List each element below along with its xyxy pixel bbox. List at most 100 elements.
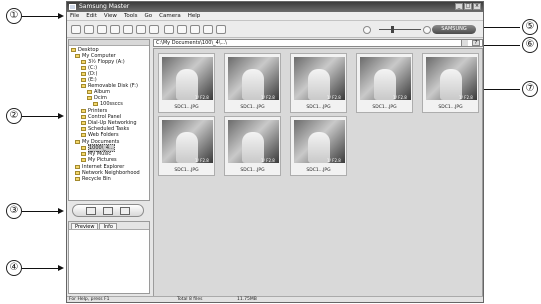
slideshow-icon[interactable] bbox=[190, 25, 200, 34]
callout-5-arrow bbox=[478, 24, 520, 30]
menu-tools[interactable]: Tools bbox=[124, 12, 138, 20]
folder-icon bbox=[87, 89, 92, 94]
menu-camera[interactable]: Camera bbox=[159, 12, 181, 20]
folder-icon bbox=[75, 139, 80, 144]
folder-icon bbox=[93, 101, 98, 106]
thumbnail[interactable]: 1/ F2.8 SDC1...JPG bbox=[290, 116, 347, 176]
photo-image: 1/ F2.8 bbox=[228, 57, 279, 100]
thumbnail[interactable]: 1/ F2.8 SDC1...JPG bbox=[158, 53, 215, 113]
browser-icon bbox=[75, 164, 80, 169]
callout-2-arrow bbox=[22, 113, 64, 119]
movie-mode-icon[interactable] bbox=[120, 207, 130, 215]
tree-item[interactable]: My Pictures bbox=[81, 157, 117, 163]
help-button[interactable]: ? bbox=[472, 40, 480, 46]
email-icon[interactable] bbox=[177, 25, 187, 34]
recycle-bin-icon bbox=[75, 176, 80, 181]
title-bar: Samsung Master _ □ × bbox=[67, 2, 483, 12]
drive-icon bbox=[81, 71, 86, 76]
tree-item[interactable]: Recycle Bin bbox=[75, 176, 111, 182]
removable-disk-icon bbox=[81, 83, 86, 88]
path-input[interactable]: C:\My Documents\100\_4\...\ ? bbox=[153, 39, 483, 47]
callout-4: ④ bbox=[6, 260, 22, 276]
thumbnail[interactable]: 1/ F2.8 SDC1...JPG bbox=[224, 53, 281, 113]
samsung-logo: SAMSUNG bbox=[432, 25, 476, 34]
menu-view[interactable]: View bbox=[104, 12, 117, 20]
folder-tree: Desktop My Computer 3½ Floppy (A:) (C:) … bbox=[68, 39, 150, 201]
print-icon[interactable] bbox=[164, 25, 174, 34]
app-window: Samsung Master _ □ × File Edit View Tool… bbox=[66, 1, 484, 303]
menu-bar: File Edit View Tools Go Camera Help bbox=[67, 12, 483, 21]
left-panel: Desktop My Computer 3½ Floppy (A:) (C:) … bbox=[67, 39, 151, 298]
rotate-icon[interactable] bbox=[149, 25, 159, 34]
zoom-out-icon[interactable] bbox=[363, 26, 371, 34]
photo-image: 1/ F2.8 bbox=[162, 120, 213, 163]
copy-icon[interactable] bbox=[84, 25, 94, 34]
menu-help[interactable]: Help bbox=[188, 12, 201, 20]
tree-item[interactable]: Web Folders bbox=[81, 132, 119, 138]
folder-icon bbox=[81, 145, 86, 150]
camera-icon[interactable] bbox=[71, 25, 81, 34]
photo-image: 1/ F2.8 bbox=[162, 57, 213, 100]
callout-7: ⑦ bbox=[522, 81, 538, 97]
zoom-in-icon[interactable] bbox=[423, 26, 431, 34]
view-mode-icon[interactable] bbox=[86, 207, 96, 215]
photo-image: 1/ F2.8 bbox=[294, 120, 345, 163]
maximize-button[interactable]: □ bbox=[464, 3, 472, 10]
tab-preview[interactable]: Preview bbox=[71, 223, 99, 230]
redo-icon[interactable] bbox=[123, 25, 133, 34]
path-text: C:\My Documents\100\_4\...\ bbox=[156, 40, 227, 46]
thumbnail[interactable]: 1/ F2.8 SDC1...JPG bbox=[224, 116, 281, 176]
drive-icon bbox=[81, 77, 86, 82]
preview-panel: Preview Info bbox=[68, 221, 150, 294]
folder-icon bbox=[87, 95, 92, 100]
toolbar: SAMSUNG bbox=[67, 21, 483, 38]
thumbnail-grid: 1/ F2.8 SDC1...JPG 1/ F2.8 SDC1...JPG 1/ F… bbox=[153, 48, 483, 298]
photo-image: 1/ F2.8 bbox=[228, 120, 279, 163]
folder-icon bbox=[81, 132, 86, 137]
folder-icon bbox=[81, 157, 86, 162]
chevron-down-icon[interactable] bbox=[461, 40, 468, 46]
thumbnail[interactable]: 1/ F2.8 SDC1...JPG bbox=[356, 53, 413, 113]
callout-1: ① bbox=[6, 8, 22, 24]
close-button[interactable]: × bbox=[473, 3, 481, 10]
status-bar: For Help, press F1 Total 8 files 11.75MB bbox=[67, 296, 483, 302]
callout-3-arrow bbox=[22, 208, 64, 214]
tab-info[interactable]: Info bbox=[99, 223, 117, 230]
minimize-button[interactable]: _ bbox=[455, 3, 463, 10]
callout-7-arrow bbox=[478, 86, 520, 92]
callout-2: ② bbox=[6, 108, 22, 124]
thumbnail[interactable]: 1/ F2.8 SDC1...JPG bbox=[158, 116, 215, 176]
tree-item[interactable]: 100ssccs bbox=[93, 101, 123, 107]
network-icon bbox=[75, 170, 80, 175]
status-help: For Help, press F1 bbox=[69, 297, 110, 302]
edit-mode-icon[interactable] bbox=[103, 207, 113, 215]
callout-6-arrow bbox=[478, 42, 520, 48]
folder-icon bbox=[81, 151, 86, 156]
status-size: 11.75MB bbox=[237, 297, 257, 302]
menu-edit[interactable]: Edit bbox=[86, 12, 97, 20]
thumbnail[interactable]: 1/ F2.8 SDC1...JPG bbox=[422, 53, 479, 113]
desktop-icon bbox=[71, 47, 76, 52]
undo-icon[interactable] bbox=[110, 25, 120, 34]
folder-tree-header bbox=[69, 40, 149, 46]
callout-6: ⑥ bbox=[522, 37, 538, 53]
photo-image: 1/ F2.8 bbox=[294, 57, 345, 100]
menu-go[interactable]: Go bbox=[145, 12, 153, 20]
status-total: Total 8 files bbox=[177, 297, 203, 302]
control-panel-icon bbox=[81, 114, 86, 119]
delete-icon[interactable] bbox=[136, 25, 146, 34]
photo-image: 1/ F2.8 bbox=[426, 57, 477, 100]
home-icon[interactable] bbox=[216, 25, 226, 34]
callout-4-arrow bbox=[22, 265, 64, 271]
move-icon[interactable] bbox=[97, 25, 107, 34]
app-icon bbox=[69, 4, 76, 10]
network-icon bbox=[81, 120, 86, 125]
zoom-slider-handle[interactable] bbox=[391, 26, 394, 33]
window-title: Samsung Master bbox=[79, 3, 130, 10]
grid-view-icon[interactable] bbox=[203, 25, 213, 34]
computer-icon bbox=[75, 53, 80, 58]
tasks-icon bbox=[81, 126, 86, 131]
zoom-slider[interactable] bbox=[379, 26, 421, 33]
thumbnail[interactable]: 1/ F2.8 SDC1...JPG bbox=[290, 53, 347, 113]
menu-file[interactable]: File bbox=[70, 12, 79, 20]
